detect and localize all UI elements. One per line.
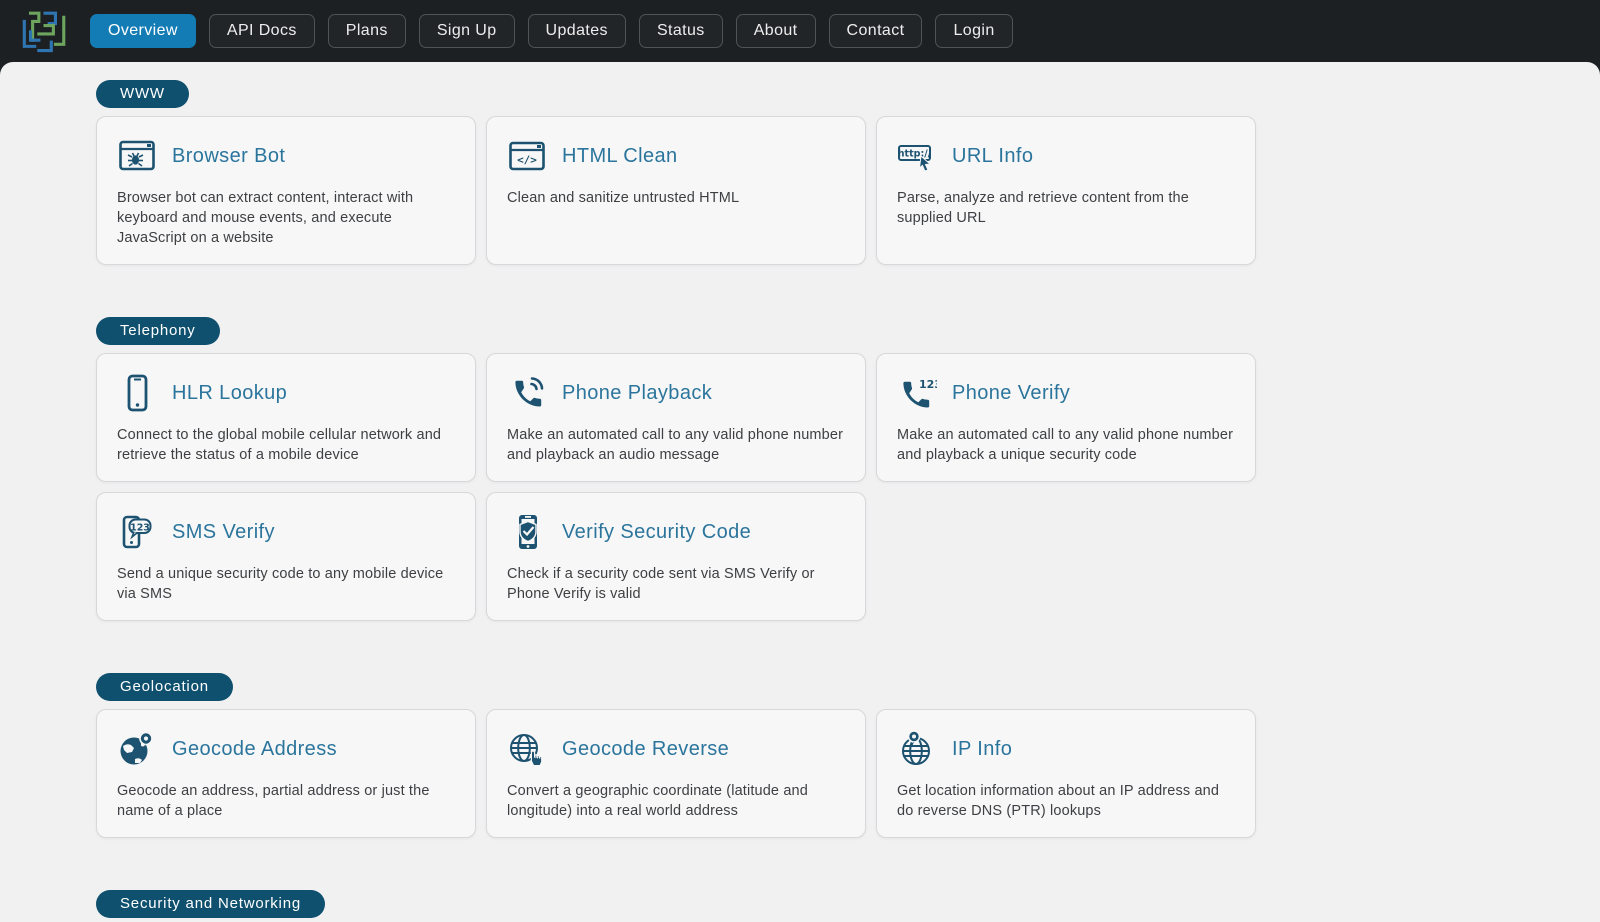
section-pill: Geolocation	[96, 673, 233, 701]
card-phone-playback[interactable]: Phone Playback Make an automated call to …	[486, 353, 866, 482]
phone-playback-icon	[507, 373, 547, 413]
nav-item-contact[interactable]: Contact	[829, 14, 923, 48]
card-browser-bot[interactable]: Browser Bot Browser bot can extract conte…	[96, 116, 476, 265]
card-description: Send a unique security code to any mobil…	[117, 564, 455, 604]
card-grid: HLR Lookup Connect to the global mobile c…	[96, 353, 1600, 621]
card-hlr-lookup[interactable]: HLR Lookup Connect to the global mobile c…	[96, 353, 476, 482]
page-content: WWW Browser Bot Browser bot can extract c…	[0, 62, 1600, 922]
card-description: Geocode an address, partial address or j…	[117, 781, 455, 821]
card-title: Verify Security Code	[562, 521, 751, 544]
hlr-lookup-icon	[117, 373, 157, 413]
card-description: Get location information about an IP add…	[897, 781, 1235, 821]
card-header: Browser Bot	[117, 136, 455, 176]
nav-item-overview[interactable]: Overview	[90, 14, 196, 48]
card-title: Geocode Address	[172, 738, 337, 761]
card-url-info[interactable]: http:// URL Info Parse, analyze and retri…	[876, 116, 1256, 265]
card-title: Phone Playback	[562, 382, 712, 405]
card-ip-info[interactable]: IP Info Get location information about an…	[876, 709, 1256, 838]
nav-item-plans[interactable]: Plans	[328, 14, 406, 48]
card-header: Phone Playback	[507, 373, 845, 413]
card-description: Clean and sanitize untrusted HTML	[507, 188, 845, 208]
phone-verify-icon: 123	[897, 373, 937, 413]
card-phone-verify[interactable]: 123 Phone Verify Make an automated call t…	[876, 353, 1256, 482]
html-clean-icon: </>	[507, 136, 547, 176]
section-pill: WWW	[96, 80, 189, 108]
geocode-reverse-icon	[507, 729, 547, 769]
card-title: HTML Clean	[562, 145, 678, 168]
card-header: Verify Security Code	[507, 512, 845, 552]
ip-info-icon	[897, 729, 937, 769]
card-header: HLR Lookup	[117, 373, 455, 413]
card-sms-verify[interactable]: 123 SMS Verify Send a unique security cod…	[96, 492, 476, 621]
card-title: IP Info	[952, 738, 1012, 761]
verify-security-code-icon	[507, 512, 547, 552]
card-description: Parse, analyze and retrieve content from…	[897, 188, 1235, 228]
nav-item-about[interactable]: About	[736, 14, 816, 48]
nav-item-api-docs[interactable]: API Docs	[209, 14, 315, 48]
nav-item-login[interactable]: Login	[935, 14, 1012, 48]
card-geocode-reverse[interactable]: Geocode Reverse Convert a geographic coor…	[486, 709, 866, 838]
svg-text:http://: http://	[898, 149, 932, 160]
section-geolocation: Geolocation Geocode Address Geocode an ad…	[96, 673, 1600, 838]
card-description: Browser bot can extract content, interac…	[117, 188, 455, 248]
card-header: 123 SMS Verify	[117, 512, 455, 552]
card-title: SMS Verify	[172, 521, 275, 544]
nav-item-status[interactable]: Status	[639, 14, 723, 48]
card-description: Make an automated call to any valid phon…	[507, 425, 845, 465]
card-title: URL Info	[952, 145, 1033, 168]
card-header: http:// URL Info	[897, 136, 1235, 176]
card-description: Check if a security code sent via SMS Ve…	[507, 564, 845, 604]
card-header: </> HTML Clean	[507, 136, 845, 176]
card-title: HLR Lookup	[172, 382, 287, 405]
geocode-address-icon	[117, 729, 157, 769]
navbar: Overview API Docs Plans Sign Up Updates Statu…	[0, 0, 1600, 62]
card-description: Connect to the global mobile cellular ne…	[117, 425, 455, 465]
section-pill: Telephony	[96, 317, 220, 345]
card-title: Browser Bot	[172, 145, 285, 168]
sms-verify-icon: 123	[117, 512, 157, 552]
card-grid: Geocode Address Geocode an address, parti…	[96, 709, 1600, 838]
section-www: WWW Browser Bot Browser bot can extract c…	[96, 80, 1600, 265]
nav-item-sign-up[interactable]: Sign Up	[419, 14, 515, 48]
card-description: Make an automated call to any valid phon…	[897, 425, 1235, 465]
section-pill: Security and Networking	[96, 890, 325, 918]
nav-items: Overview API Docs Plans Sign Up Updates Statu…	[90, 14, 1013, 48]
browser-bot-icon	[117, 136, 157, 176]
card-geocode-address[interactable]: Geocode Address Geocode an address, parti…	[96, 709, 476, 838]
section-telephony: Telephony HLR Lookup Connect to the globa…	[96, 317, 1600, 621]
card-header: IP Info	[897, 729, 1235, 769]
card-verify-security-code[interactable]: Verify Security Code Check if a security …	[486, 492, 866, 621]
card-header: Geocode Reverse	[507, 729, 845, 769]
section-security-and-networking: Security and Networking	[96, 890, 1600, 922]
svg-text:123: 123	[130, 522, 150, 533]
circuit-maze-logo[interactable]	[16, 9, 70, 55]
svg-text:</>: </>	[517, 154, 537, 167]
card-title: Geocode Reverse	[562, 738, 729, 761]
card-grid: Browser Bot Browser bot can extract conte…	[96, 116, 1600, 265]
url-info-icon: http://	[897, 136, 937, 176]
nav-item-updates[interactable]: Updates	[528, 14, 626, 48]
svg-text:123: 123	[919, 378, 937, 391]
card-header: Geocode Address	[117, 729, 455, 769]
card-title: Phone Verify	[952, 382, 1070, 405]
card-html-clean[interactable]: </> HTML Clean Clean and sanitize untrust…	[486, 116, 866, 265]
card-header: 123 Phone Verify	[897, 373, 1235, 413]
card-description: Convert a geographic coordinate (latitud…	[507, 781, 845, 821]
